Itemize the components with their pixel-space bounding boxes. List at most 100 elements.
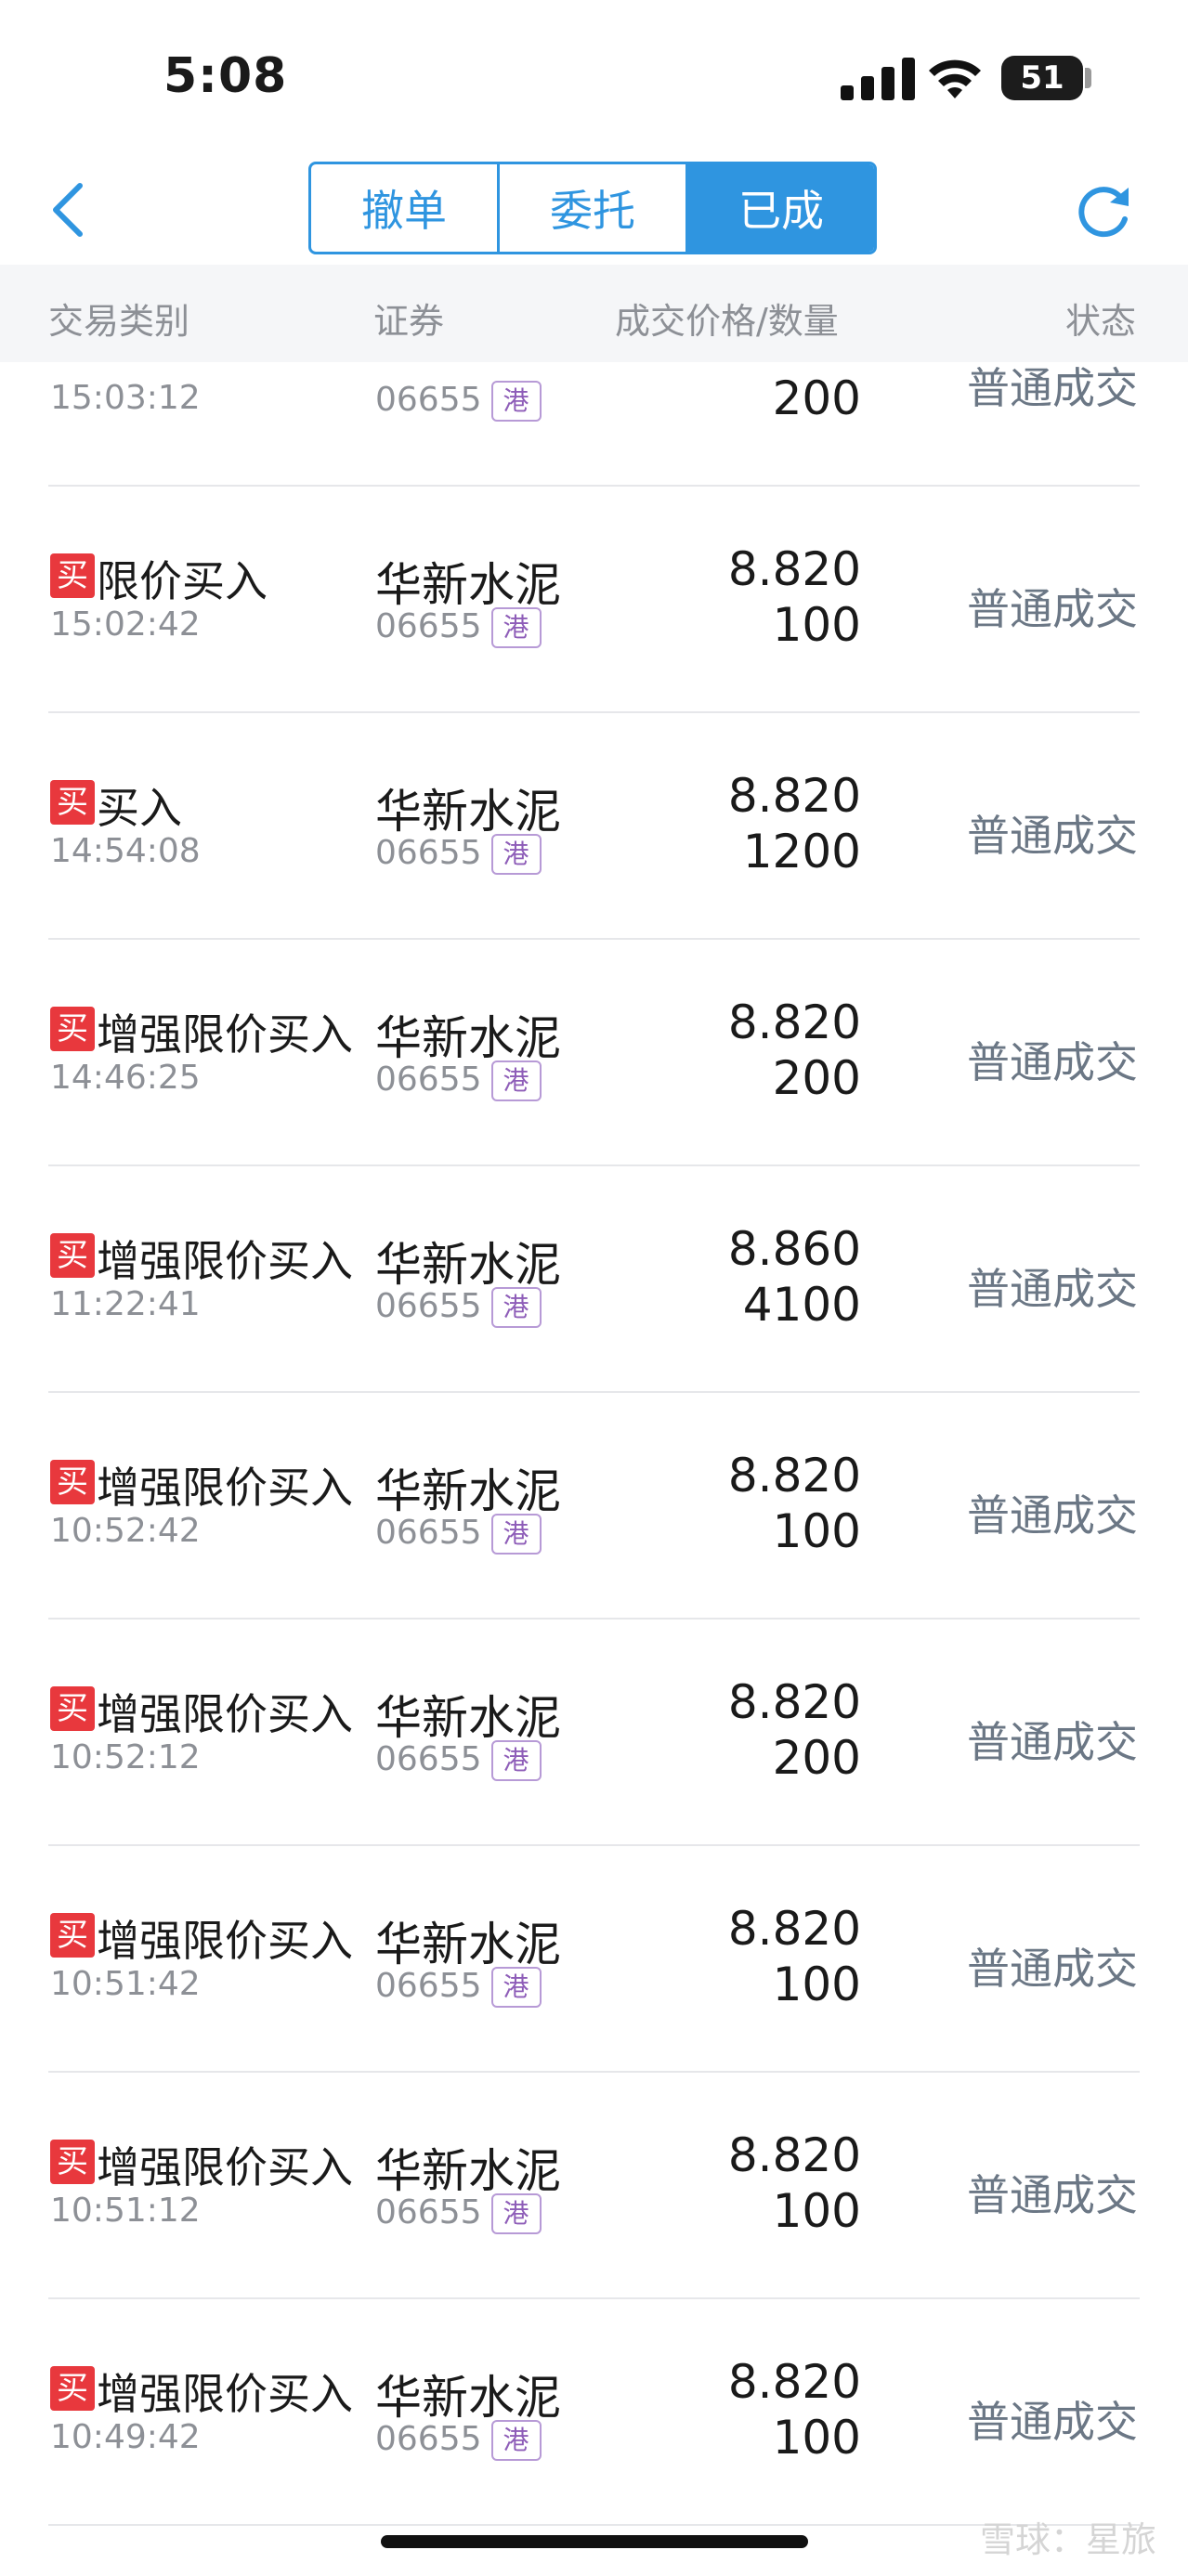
trade-type: 增强限价买入	[97, 2369, 353, 2419]
back-chevron-icon[interactable]	[45, 182, 91, 238]
watermark: 雪球：星旅	[979, 2519, 1156, 2560]
row-divider	[48, 2524, 1140, 2526]
code-text: 06655	[375, 1740, 482, 1778]
trade-price: 8.820	[727, 769, 861, 823]
table-row[interactable]: 买 增强限价买入 10:52:12 华新水泥 06655 港 8.820 200 …	[0, 1620, 1188, 1846]
code-text: 06655	[375, 834, 482, 872]
table-row[interactable]: 买 限价买入 15:02:42 华新水泥 06655 港 8.820 100 普通…	[0, 487, 1188, 713]
trade-quantity: 200	[772, 1731, 861, 1785]
trade-status: 普通成交	[967, 1264, 1138, 1314]
hk-market-tag: 港	[490, 2193, 542, 2234]
code-text: 06655	[375, 2420, 482, 2458]
security-code: 06655 港	[375, 1740, 542, 1781]
trade-quantity: 100	[772, 2411, 861, 2465]
buy-badge: 买	[50, 780, 95, 825]
nav-bar: 撤单 委托 已成	[0, 149, 1188, 265]
trade-time: 10:52:42	[50, 1512, 201, 1550]
trade-time: 14:46:25	[50, 1059, 201, 1097]
trade-price: 8.860	[727, 1222, 861, 1276]
refresh-icon[interactable]	[1073, 180, 1134, 241]
column-price-qty: 成交价格/数量	[615, 301, 839, 342]
trade-type: 增强限价买入	[97, 1463, 353, 1513]
trade-quantity: 4100	[742, 1278, 861, 1332]
status-time: 5:08	[163, 48, 288, 104]
buy-badge: 买	[50, 553, 95, 598]
trade-status: 普通成交	[967, 1944, 1138, 1994]
security-code: 06655 港	[375, 1967, 542, 2008]
security-code: 06655 港	[375, 1287, 542, 1328]
column-header: 交易类别 证券 成交价格/数量 状态	[0, 265, 1188, 362]
security-name: 华新水泥	[375, 558, 561, 612]
code-text: 06655	[375, 1060, 482, 1099]
security-name: 华新水泥	[375, 1464, 561, 1518]
buy-badge: 买	[50, 2140, 95, 2184]
home-indicator[interactable]	[381, 2535, 808, 2548]
code-text: 06655	[375, 381, 482, 419]
trade-status: 普通成交	[967, 1037, 1138, 1087]
buy-badge: 买	[50, 2366, 95, 2411]
hk-market-tag: 港	[490, 1514, 542, 1555]
tab-cancel-order[interactable]: 撤单	[311, 164, 500, 252]
battery-icon: 51	[1001, 56, 1083, 100]
hk-market-tag: 港	[490, 2420, 542, 2461]
security-name: 华新水泥	[375, 2371, 561, 2425]
trade-time: 10:52:12	[50, 1738, 201, 1776]
table-row[interactable]: 买 增强限价买入 10:51:42 华新水泥 06655 港 8.820 100 …	[0, 1846, 1188, 2073]
security-name: 华新水泥	[375, 2144, 561, 2198]
battery-level: 51	[1020, 59, 1064, 97]
trade-status: 普通成交	[967, 811, 1138, 861]
code-text: 06655	[375, 607, 482, 645]
table-row[interactable]: 买 增强限价买入 14:46:25 华新水泥 06655 港 8.820 200 …	[0, 940, 1188, 1166]
security-code: 06655 港	[375, 2193, 542, 2234]
security-code: 06655 港	[375, 2420, 542, 2461]
tab-filled[interactable]: 已成	[688, 164, 874, 252]
trade-quantity: 1200	[742, 825, 861, 878]
table-row[interactable]: 15:03:12 06655 港 200 普通成交	[0, 362, 1188, 487]
trade-quantity: 200	[772, 1051, 861, 1105]
table-row[interactable]: 买 增强限价买入 10:52:42 华新水泥 06655 港 8.820 100 …	[0, 1393, 1188, 1620]
trade-type: 增强限价买入	[97, 1236, 353, 1286]
column-status: 状态	[1064, 301, 1136, 342]
hk-market-tag: 港	[490, 1740, 542, 1781]
trade-type: 增强限价买入	[97, 2142, 353, 2192]
trade-status: 普通成交	[967, 1717, 1138, 1767]
hk-market-tag: 港	[490, 1967, 542, 2008]
table-row[interactable]: 买 增强限价买入 11:22:41 华新水泥 06655 港 8.860 4100…	[0, 1166, 1188, 1393]
trade-time: 15:03:12	[50, 379, 201, 417]
code-text: 06655	[375, 1287, 482, 1325]
security-name: 华新水泥	[375, 785, 561, 839]
security-code: 06655 港	[375, 607, 542, 648]
trade-price: 8.820	[727, 995, 861, 1049]
column-type: 交易类别	[48, 301, 190, 342]
table-row[interactable]: 买 买入 14:54:08 华新水泥 06655 港 8.820 1200 普通成…	[0, 713, 1188, 940]
trade-type: 买入	[97, 783, 182, 833]
hk-market-tag: 港	[490, 1287, 542, 1328]
buy-badge: 买	[50, 1007, 95, 1051]
table-row[interactable]: 买 增强限价买入 10:51:12 华新水泥 06655 港 8.820 100 …	[0, 2073, 1188, 2299]
hk-market-tag: 港	[490, 834, 542, 875]
trade-type: 限价买入	[97, 556, 268, 606]
trade-time: 10:51:12	[50, 2192, 201, 2230]
trade-price: 8.820	[727, 1675, 861, 1729]
trade-type: 增强限价买入	[97, 1009, 353, 1060]
table-row[interactable]: 买 增强限价买入 10:49:42 华新水泥 06655 港 8.820 100 …	[0, 2299, 1188, 2526]
security-name: 华新水泥	[375, 1011, 561, 1065]
security-code: 06655 港	[375, 381, 542, 422]
security-code: 06655 港	[375, 1060, 542, 1101]
wifi-icon	[929, 59, 981, 98]
code-text: 06655	[375, 2193, 482, 2231]
trade-time: 11:22:41	[50, 1285, 201, 1323]
trade-status: 普通成交	[967, 1490, 1138, 1541]
trade-quantity: 100	[772, 2184, 861, 2238]
security-code: 06655 港	[375, 834, 542, 875]
trade-type: 增强限价买入	[97, 1916, 353, 1966]
security-code: 06655 港	[375, 1514, 542, 1555]
trade-quantity: 200	[772, 371, 861, 425]
tab-orders[interactable]: 委托	[500, 164, 688, 252]
trade-quantity: 100	[772, 1504, 861, 1558]
cellular-signal-icon	[841, 58, 915, 100]
code-text: 06655	[375, 1967, 482, 2005]
trade-time: 10:51:42	[50, 1965, 201, 2003]
hk-market-tag: 港	[490, 1060, 542, 1101]
hk-market-tag: 港	[490, 607, 542, 648]
